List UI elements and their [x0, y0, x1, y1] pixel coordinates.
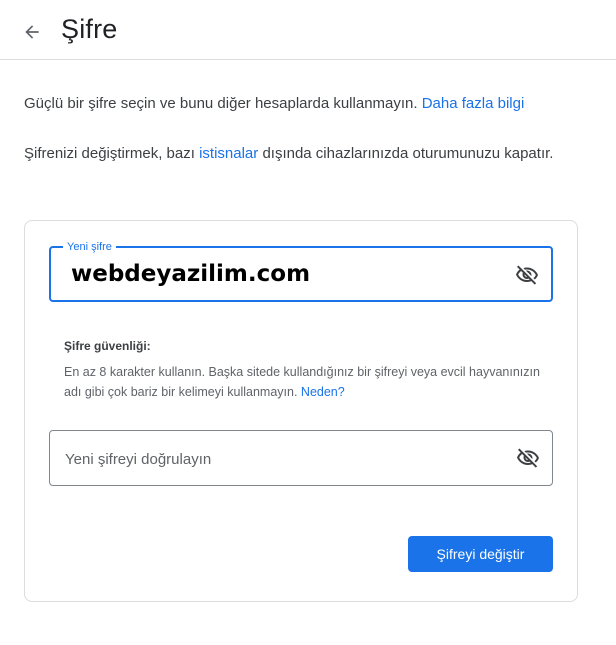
password-strength-description: En az 8 karakter kullanın. Başka sitede …	[64, 362, 544, 402]
eye-off-icon	[517, 448, 539, 468]
arrow-left-icon	[25, 25, 39, 39]
exceptions-link[interactable]: istisnalar	[199, 145, 258, 162]
change-password-button[interactable]: Şifreyi değiştir	[408, 536, 553, 572]
confirm-password-visibility-toggle[interactable]	[514, 444, 542, 472]
signout-note-after: dışında cihazlarınızda oturumunuzu kapat…	[262, 145, 554, 162]
intro-text: Güçlü bir şifre seçin ve bunu diğer hesa…	[24, 93, 594, 115]
new-password-input[interactable]	[71, 256, 491, 292]
page-title: Şifre	[61, 14, 118, 44]
confirm-password-input[interactable]	[65, 441, 485, 477]
new-password-field: Yeni şifre	[49, 240, 553, 302]
signout-note: Şifrenizi değiştirmek, bazı istisnalar d…	[24, 142, 584, 166]
learn-more-link[interactable]: Daha fazla bilgi	[422, 95, 525, 112]
eye-off-icon	[516, 265, 538, 285]
password-strength-title: Şifre güvenliği:	[64, 339, 151, 353]
back-button[interactable]	[18, 18, 46, 46]
intro-text-body: Güçlü bir şifre seçin ve bunu diğer hesa…	[24, 95, 418, 112]
password-card: Yeni şifre Şifre güvenliği: En az 8 kara…	[24, 220, 578, 602]
signout-note-before: Şifrenizi değiştirmek, bazı	[24, 145, 195, 162]
page-header: Şifre	[0, 0, 616, 60]
new-password-label: Yeni şifre	[63, 240, 116, 254]
new-password-visibility-toggle[interactable]	[513, 261, 541, 289]
confirm-password-field	[49, 430, 553, 486]
why-link[interactable]: Neden?	[301, 385, 345, 399]
